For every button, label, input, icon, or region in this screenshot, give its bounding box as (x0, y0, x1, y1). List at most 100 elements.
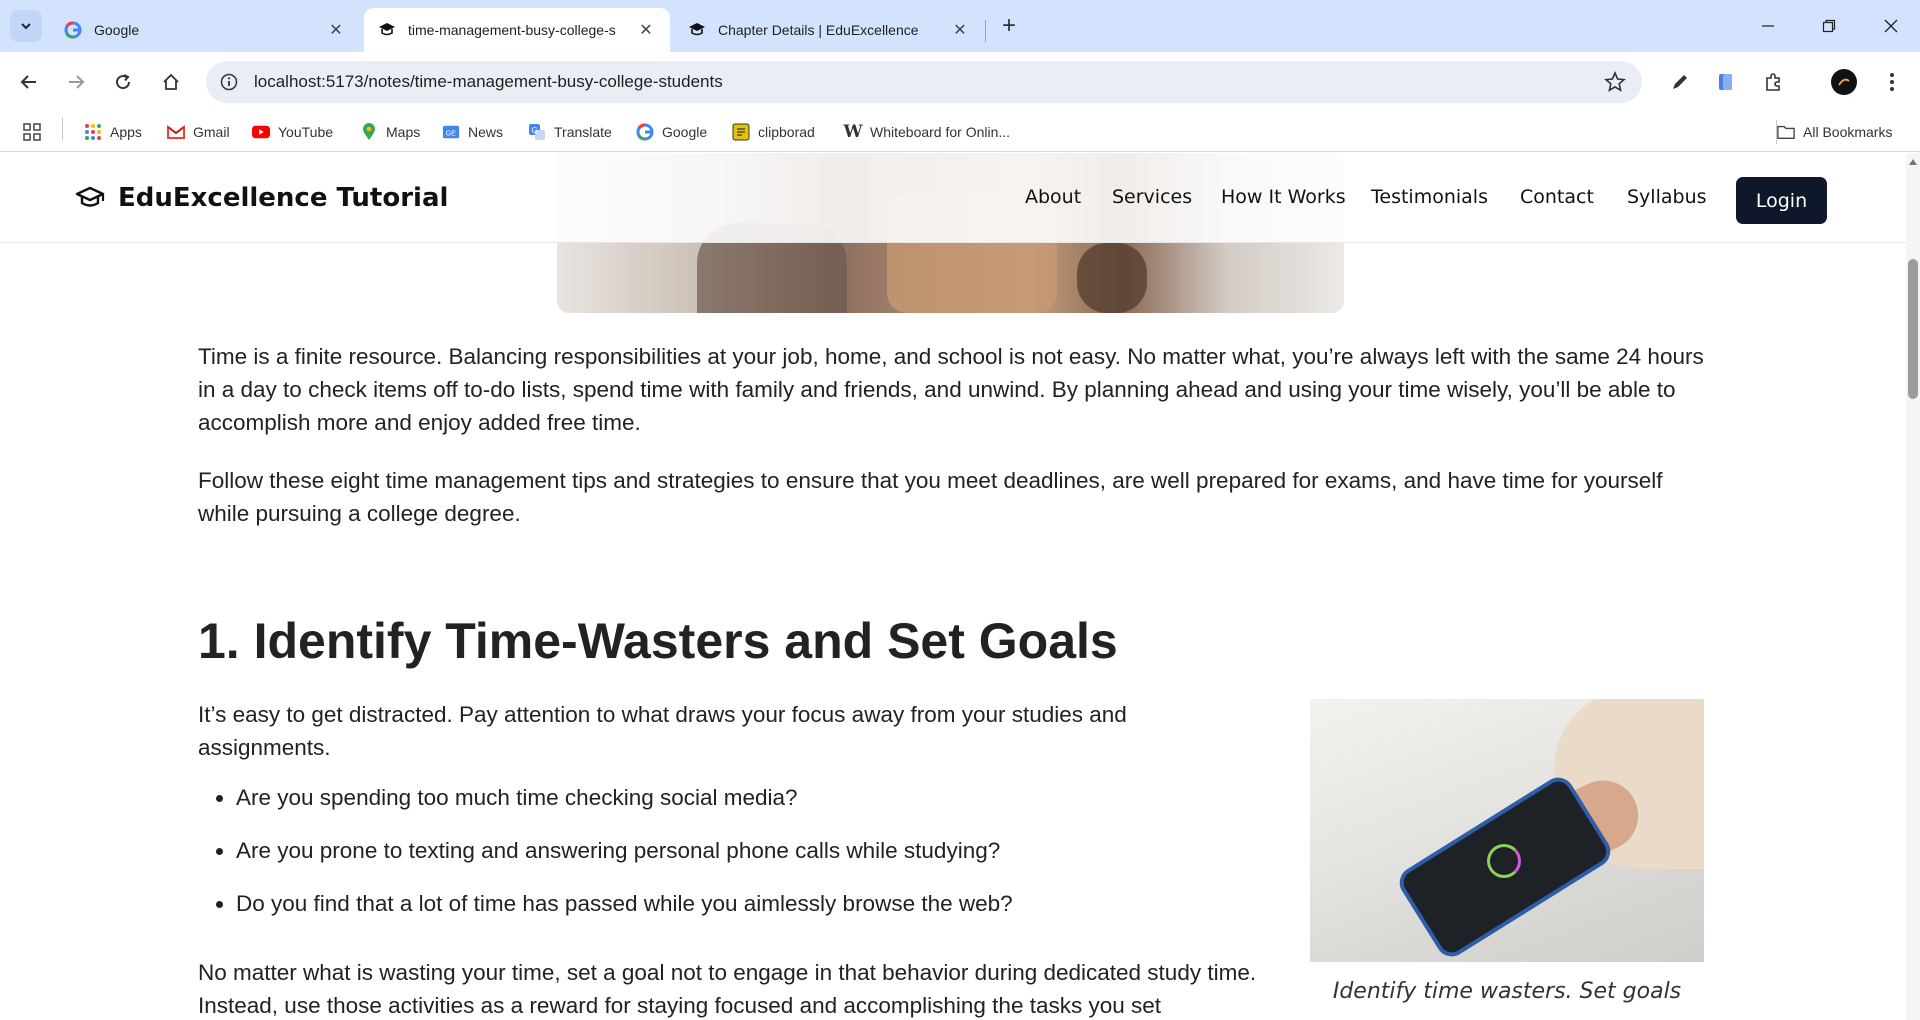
nav-contact[interactable]: Contact (1520, 186, 1594, 208)
bookmarks-bar: Apps Gmail YouTube Maps GE News G Transl… (0, 112, 1920, 152)
profile-avatar[interactable] (1828, 66, 1860, 98)
plus-icon: + (1001, 12, 1016, 39)
browser-tab-strip: Google ✕ time-management-busy-college-s … (0, 0, 1920, 52)
bookmark-label: Gmail (193, 124, 230, 140)
section-1-paragraph: No matter what is wasting your time, set… (198, 960, 1257, 1018)
bookmark-label: Whiteboard for Onlin... (870, 124, 1011, 140)
nav-about[interactable]: About (1025, 186, 1081, 208)
maps-pin-icon (360, 123, 378, 141)
nav-how-it-works[interactable]: How It Works (1221, 186, 1346, 208)
intro-paragraph-2: Follow these eight time management tips … (198, 468, 1663, 526)
folder-icon (1777, 123, 1795, 141)
extensions-puzzle-icon[interactable] (1757, 66, 1789, 98)
section-1-lead: It’s easy to get distracted. Pay attenti… (198, 702, 1127, 760)
section-1-heading: 1. Identify Time-Wasters and Set Goals (198, 613, 1118, 669)
youtube-icon (252, 123, 270, 141)
svg-text:GE: GE (446, 129, 457, 138)
intro-paragraph-1: Time is a finite resource. Balancing res… (198, 344, 1704, 435)
bookmark-label: Translate (554, 124, 612, 140)
google-icon (64, 21, 82, 39)
arrow-right-icon (69, 75, 85, 89)
home-icon (163, 73, 179, 90)
forward-button[interactable] (58, 64, 94, 100)
reload-icon (116, 74, 131, 90)
apps-grid-icon (84, 123, 102, 141)
bookmark-apps[interactable]: Apps (84, 120, 142, 144)
page-scrollbar[interactable] (1906, 153, 1920, 1020)
whiteboard-w-icon: W (843, 122, 863, 142)
arrow-left-icon (20, 75, 36, 89)
tab-title: Chapter Details | EduExcellence (718, 22, 919, 38)
url-text[interactable]: localhost:5173/notes/time-management-bus… (254, 72, 723, 92)
all-bookmarks[interactable]: All Bookmarks (1776, 120, 1892, 144)
tab-search-button[interactable] (10, 10, 42, 42)
translate-icon: G (528, 123, 546, 141)
google-icon (636, 123, 654, 141)
pen-extension-icon[interactable] (1664, 66, 1696, 98)
time-waster-questions-list: Are you spending too much time checking … (236, 781, 1236, 940)
minimize-button[interactable] (1745, 8, 1791, 44)
bookmark-whiteboard[interactable]: W Whiteboard for Onlin... (843, 120, 1011, 144)
scrollbar-thumb[interactable] (1908, 259, 1918, 399)
page-viewport: EduExcellence Tutorial About Services Ho… (0, 153, 1920, 1020)
apps-grid-icon (23, 123, 41, 141)
side-panel-button[interactable] (22, 120, 42, 144)
brand-name: EduExcellence Tutorial (118, 183, 449, 213)
chevron-down-icon (21, 23, 31, 30)
nav-syllabus[interactable]: Syllabus (1627, 186, 1707, 208)
bookmark-youtube[interactable]: YouTube (252, 120, 333, 144)
bookmark-gmail[interactable]: Gmail (167, 120, 230, 144)
tab-separator (985, 20, 986, 42)
close-window-button[interactable] (1868, 8, 1914, 44)
close-icon[interactable]: ✕ (636, 20, 656, 40)
bookmark-label: Google (662, 124, 708, 140)
tab-google[interactable]: Google ✕ (50, 8, 360, 52)
graduation-cap-icon (378, 21, 396, 39)
browser-menu-icon[interactable] (1876, 66, 1908, 98)
bookmark-maps[interactable]: Maps (360, 120, 420, 144)
close-icon[interactable]: ✕ (950, 20, 970, 40)
image-caption: Identify time wasters. Set goals (1332, 979, 1682, 1004)
restore-icon (1822, 19, 1836, 33)
scroll-up-arrow-icon[interactable] (1909, 159, 1917, 165)
list-item: Are you prone to texting and answering p… (236, 834, 1236, 887)
bookmark-label: Maps (386, 124, 421, 140)
tab-time-management[interactable]: time-management-busy-college-s ✕ (364, 8, 670, 52)
graduation-cap-icon (688, 21, 706, 39)
bookmarks-separator (62, 118, 63, 140)
tab-title: Google (94, 22, 140, 38)
clipboard-icon (732, 123, 750, 141)
close-icon (1884, 19, 1898, 33)
back-button[interactable] (11, 64, 47, 100)
site-logo[interactable]: EduExcellence Tutorial (74, 183, 448, 213)
bookmark-google[interactable]: Google (636, 120, 707, 144)
tab-chapter-details[interactable]: Chapter Details | EduExcellence ✕ (674, 8, 984, 52)
bookmark-clipborad[interactable]: clipborad (732, 120, 815, 144)
bookmark-translate[interactable]: G Translate (528, 120, 612, 144)
home-button[interactable] (153, 64, 189, 100)
reload-button[interactable] (105, 64, 141, 100)
news-icon: GE (442, 123, 460, 141)
bookmark-star-icon[interactable] (1604, 70, 1626, 98)
bookmark-label: News (468, 124, 504, 140)
tab-title: time-management-busy-college-s (408, 22, 616, 38)
address-bar[interactable]: localhost:5173/notes/time-management-bus… (206, 61, 1642, 103)
docs-extension-icon[interactable] (1710, 66, 1742, 98)
list-item: Do you find that a lot of time has passe… (236, 887, 1236, 940)
bookmark-label: clipborad (758, 124, 815, 140)
new-tab-button[interactable]: + (995, 12, 1023, 40)
close-icon[interactable]: ✕ (326, 20, 346, 40)
site-navbar: EduExcellence Tutorial About Services Ho… (0, 153, 1906, 243)
nav-services[interactable]: Services (1112, 186, 1192, 208)
login-button[interactable]: Login (1736, 177, 1827, 224)
minimize-icon (1762, 25, 1774, 27)
restore-button[interactable] (1806, 8, 1852, 44)
bookmark-news[interactable]: GE News (442, 120, 503, 144)
svg-text:G: G (532, 126, 538, 135)
site-info-icon[interactable] (220, 73, 238, 91)
bookmark-label: Apps (110, 124, 142, 140)
all-bookmarks-label: All Bookmarks (1803, 124, 1893, 140)
phone-in-bed-image (1310, 699, 1704, 962)
browser-toolbar: localhost:5173/notes/time-management-bus… (0, 52, 1920, 112)
nav-testimonials[interactable]: Testimonials (1371, 186, 1488, 208)
